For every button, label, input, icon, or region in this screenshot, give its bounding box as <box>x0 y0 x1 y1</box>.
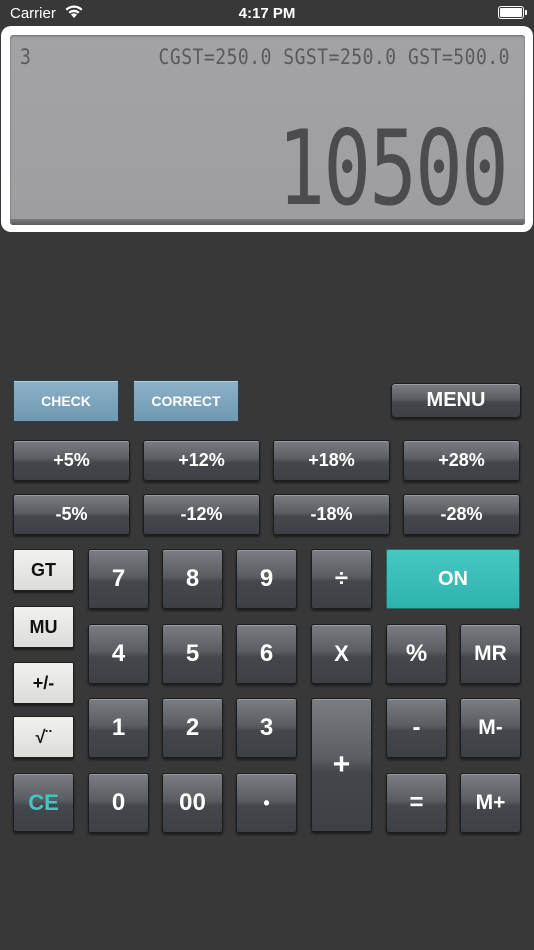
mu-button[interactable]: MU <box>13 606 74 648</box>
memory-recall-button[interactable]: MR <box>460 624 521 684</box>
equals-button[interactable]: = <box>386 773 447 833</box>
divide-button[interactable]: ÷ <box>311 549 372 609</box>
memory-plus-button[interactable]: M+ <box>460 773 521 833</box>
decimal-point-button[interactable]: • <box>236 773 297 833</box>
plus-minus-button[interactable]: +/- <box>13 662 74 704</box>
battery-icon <box>498 6 527 19</box>
tax-minus-5-button[interactable]: -5% <box>13 494 130 535</box>
key-1[interactable]: 1 <box>88 698 149 758</box>
key-7[interactable]: 7 <box>88 549 149 609</box>
tax-plus-12-button[interactable]: +12% <box>143 440 260 481</box>
menu-button[interactable]: MENU <box>391 383 521 418</box>
tax-minus-18-button[interactable]: -18% <box>273 494 390 535</box>
clear-entry-button[interactable]: CE <box>13 773 74 832</box>
square-root-button[interactable]: √¨ <box>13 716 74 758</box>
key-8[interactable]: 8 <box>162 549 223 609</box>
tax-plus-18-button[interactable]: +18% <box>273 440 390 481</box>
key-6[interactable]: 6 <box>236 624 297 684</box>
key-4[interactable]: 4 <box>88 624 149 684</box>
key-0[interactable]: 0 <box>88 773 149 833</box>
key-3[interactable]: 3 <box>236 698 297 758</box>
minus-button[interactable]: - <box>386 698 447 758</box>
status-time: 4:17 PM <box>238 5 296 22</box>
correct-button[interactable]: CORRECT <box>133 380 239 422</box>
key-5[interactable]: 5 <box>162 624 223 684</box>
key-2[interactable]: 2 <box>162 698 223 758</box>
tax-breakdown: CGST=250.0 SGST=250.0 GST=500.0 <box>158 45 510 71</box>
tax-minus-12-button[interactable]: -12% <box>143 494 260 535</box>
multiply-button[interactable]: X <box>311 624 372 684</box>
gt-button[interactable]: GT <box>13 549 74 591</box>
check-button[interactable]: CHECK <box>13 380 119 422</box>
key-00[interactable]: 00 <box>162 773 223 833</box>
plus-button[interactable]: + <box>311 698 372 832</box>
lcd-display: 3 CGST=250.0 SGST=250.0 GST=500.0 10500 <box>10 35 525 229</box>
on-button[interactable]: ON <box>386 549 520 609</box>
percent-button[interactable]: % <box>386 624 447 684</box>
display-value: 10500 <box>277 107 509 229</box>
tax-plus-28-button[interactable]: +28% <box>403 440 520 481</box>
memory-minus-button[interactable]: M- <box>460 698 521 758</box>
key-9[interactable]: 9 <box>236 549 297 609</box>
tax-minus-28-button[interactable]: -28% <box>403 494 520 535</box>
status-bar: Carrier 4:17 PM <box>0 0 534 28</box>
calculation-count: 3 <box>20 45 32 71</box>
tax-plus-5-button[interactable]: +5% <box>13 440 130 481</box>
